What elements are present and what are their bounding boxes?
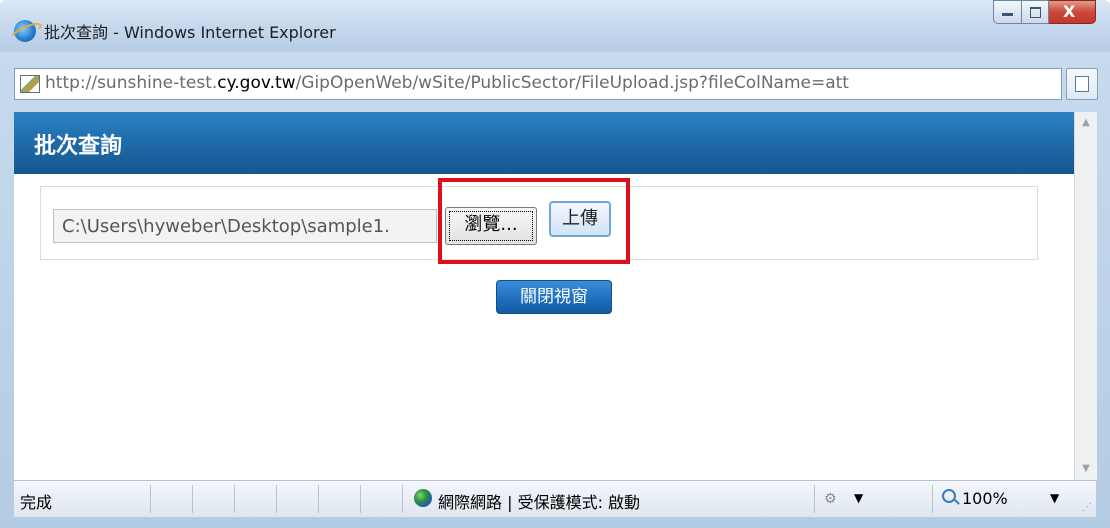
url-host: cy.gov.tw xyxy=(217,73,296,93)
vertical-scrollbar[interactable]: ▲ ▼ xyxy=(1074,112,1097,480)
zoom-dropdown-icon[interactable]: ▼ xyxy=(1050,491,1059,505)
status-text: 完成 xyxy=(20,493,53,512)
compatibility-view-icon xyxy=(1075,76,1089,92)
address-bar[interactable]: http://sunshine-test.cy.gov.tw/GipOpenWe… xyxy=(14,68,1062,100)
window-title: 批次查詢 - Windows Internet Explorer xyxy=(44,23,336,42)
page-icon xyxy=(20,75,40,93)
status-divider xyxy=(814,485,815,513)
security-zone-text[interactable]: 網際網路 | 受保護模式: 啟動 xyxy=(438,489,640,513)
close-icon: X xyxy=(1063,2,1076,21)
url-prefix: http://sunshine-test. xyxy=(45,73,218,93)
resize-grip-icon[interactable]: ⋰ xyxy=(1082,502,1092,513)
url-text[interactable]: http://sunshine-test.cy.gov.tw/GipOpenWe… xyxy=(45,73,849,93)
browser-window: 批次查詢 - Windows Internet Explorer X http:… xyxy=(0,0,1110,528)
status-divider xyxy=(276,485,277,513)
status-divider xyxy=(932,485,933,513)
upload-button[interactable]: 上傳 xyxy=(549,201,611,237)
upload-panel: C:\Users\hyweber\Desktop\sample1. 瀏覽... … xyxy=(40,186,1038,260)
maximize-button[interactable] xyxy=(1022,0,1049,24)
status-divider xyxy=(234,485,235,513)
page-header: 批次查詢 xyxy=(14,112,1074,174)
close-window-button[interactable]: 關閉視窗 xyxy=(496,280,612,314)
minimize-icon xyxy=(1002,13,1013,16)
compatibility-view-button[interactable] xyxy=(1066,68,1098,100)
title-bar[interactable]: 批次查詢 - Windows Internet Explorer X xyxy=(0,0,1110,52)
page-content: 批次查詢 C:\Users\hyweber\Desktop\sample1. 瀏… xyxy=(14,112,1074,480)
security-dropdown-icon[interactable]: ▼ xyxy=(854,491,863,505)
globe-icon xyxy=(414,489,432,507)
url-suffix: /GipOpenWeb/wSite/PublicSector/FileUploa… xyxy=(295,73,849,93)
file-path-input[interactable]: C:\Users\hyweber\Desktop\sample1. xyxy=(53,209,437,243)
scroll-down-icon[interactable]: ▼ xyxy=(1075,458,1097,480)
status-divider xyxy=(192,485,193,513)
close-button[interactable]: X xyxy=(1049,0,1096,24)
browse-button[interactable]: 瀏覽... xyxy=(445,207,537,245)
status-divider xyxy=(318,485,319,513)
minimize-button[interactable] xyxy=(993,0,1022,24)
status-bar: 完成 網際網路 | 受保護模式: 啟動 ⚙ ▼ 100% ▼ ⋰ xyxy=(14,480,1096,517)
page-title: 批次查詢 xyxy=(34,134,123,159)
security-settings-icon[interactable]: ⚙ xyxy=(824,491,842,507)
zoom-level[interactable]: 100% xyxy=(962,489,1008,508)
scroll-up-icon[interactable]: ▲ xyxy=(1075,112,1097,134)
status-divider xyxy=(360,485,361,513)
zoom-icon[interactable] xyxy=(942,489,956,503)
window-controls: X xyxy=(993,0,1096,28)
status-divider xyxy=(150,485,151,513)
status-divider xyxy=(402,485,403,513)
maximize-icon xyxy=(1030,7,1041,18)
internet-explorer-icon xyxy=(14,20,36,42)
